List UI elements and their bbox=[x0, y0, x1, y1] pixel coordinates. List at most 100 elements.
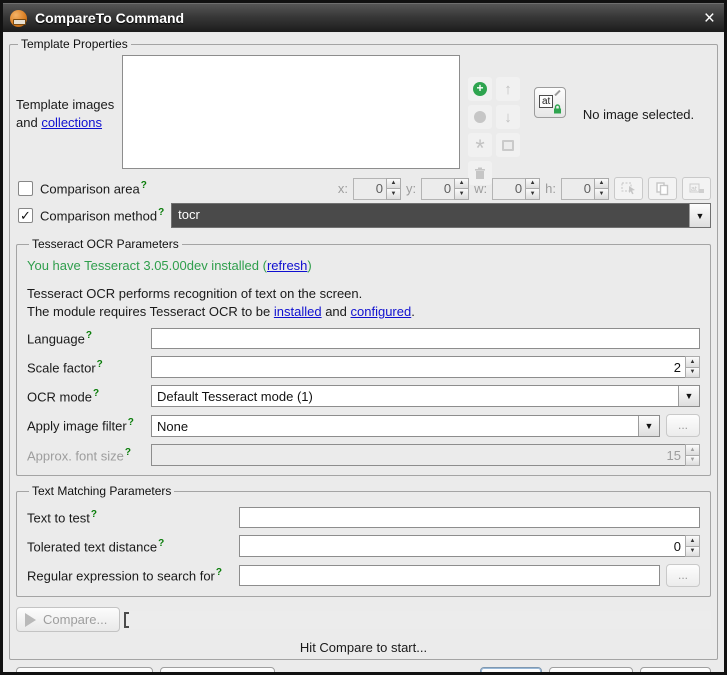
spin-up-icon[interactable]: ▲ bbox=[594, 178, 609, 190]
text-matching-group-title: Text Matching Parameters bbox=[29, 484, 174, 498]
comparison-area-checkbox[interactable] bbox=[18, 181, 33, 196]
help-icon: ? bbox=[158, 538, 164, 549]
image-filter-more-button[interactable]: ... bbox=[666, 414, 700, 437]
help-icon: ? bbox=[125, 447, 131, 458]
comparison-method-checkbox[interactable]: ✓ bbox=[18, 208, 33, 223]
pencil-icon bbox=[554, 90, 560, 96]
template-properties-title: Template Properties bbox=[18, 37, 131, 51]
spin-down-icon[interactable]: ▼ bbox=[386, 189, 401, 200]
move-up-button[interactable]: ↑ bbox=[496, 77, 520, 101]
regex-row: Regular expression to search for? ... bbox=[27, 564, 700, 587]
text-matching-group: Text Matching Parameters Text to test? T… bbox=[16, 484, 711, 597]
regex-more-button[interactable]: ... bbox=[666, 564, 700, 587]
template-list-toolbar: + * ↑ ↓ bbox=[468, 77, 520, 175]
spin-up-icon[interactable]: ▲ bbox=[685, 356, 700, 368]
template-properties-group: Template Properties Template images and … bbox=[9, 37, 718, 660]
spin-up-icon[interactable]: ▲ bbox=[685, 535, 700, 547]
language-input[interactable] bbox=[151, 328, 700, 349]
h-label: h: bbox=[545, 181, 556, 196]
at-lock-disabled-icon: at bbox=[689, 182, 705, 195]
comparison-area-row: Comparison area? x: 0 ▲▼ y: 0 ▲▼ w: 0 bbox=[16, 175, 711, 202]
chevron-down-icon[interactable]: ▼ bbox=[638, 416, 659, 436]
spin-up-icon[interactable]: ▲ bbox=[525, 178, 540, 190]
spin-down-icon[interactable]: ▼ bbox=[454, 189, 469, 200]
preferences-button[interactable]: Preferences bbox=[160, 667, 275, 672]
refresh-link[interactable]: refresh bbox=[267, 258, 307, 273]
cancel-button[interactable]: Cancel bbox=[549, 667, 633, 672]
tesseract-description-1: Tesseract OCR performs recognition of te… bbox=[27, 285, 700, 303]
load-rd-image-button[interactable]: Load RD Image bbox=[16, 667, 153, 672]
y-label: y: bbox=[406, 181, 416, 196]
comparison-method-combo[interactable]: tocr ▼ bbox=[171, 203, 711, 228]
chevron-down-icon[interactable]: ▼ bbox=[678, 386, 699, 406]
comparison-method-label: Comparison method? bbox=[40, 207, 164, 223]
spin-down-icon[interactable]: ▼ bbox=[685, 368, 700, 379]
footer-buttons: Load RD Image Preferences OK Cancel Help bbox=[9, 660, 718, 672]
play-icon bbox=[25, 613, 36, 627]
help-icon: ? bbox=[216, 567, 222, 578]
scale-factor-spinner[interactable]: 2 ▲▼ bbox=[151, 356, 700, 378]
area-coordinates: x: 0 ▲▼ y: 0 ▲▼ w: 0 ▲▼ h: bbox=[338, 177, 711, 200]
compare-button[interactable]: Compare... bbox=[16, 607, 120, 632]
configured-link[interactable]: configured bbox=[351, 304, 412, 319]
copy-area-button[interactable] bbox=[648, 177, 677, 200]
template-image-list[interactable] bbox=[122, 55, 460, 169]
text-to-test-input[interactable] bbox=[239, 507, 700, 528]
distance-spinner[interactable]: 0 ▲▼ bbox=[239, 535, 700, 557]
new-template-button[interactable]: * bbox=[468, 133, 492, 157]
spin-up-icon[interactable]: ▲ bbox=[386, 178, 401, 190]
svg-text:at: at bbox=[691, 186, 697, 193]
up-arrow-icon: ↑ bbox=[504, 81, 512, 98]
spin-down-icon[interactable]: ▼ bbox=[685, 456, 700, 467]
installed-link[interactable]: installed bbox=[274, 304, 322, 319]
gear-icon bbox=[171, 672, 188, 673]
add-image-button[interactable]: + bbox=[468, 77, 492, 101]
regex-input[interactable] bbox=[239, 565, 660, 586]
image-filter-combo[interactable]: None ▼ bbox=[151, 415, 660, 437]
spin-down-icon[interactable]: ▼ bbox=[685, 547, 700, 558]
y-spinner[interactable]: 0 ▲▼ bbox=[421, 178, 469, 200]
app-icon bbox=[10, 10, 27, 27]
duplicate-button[interactable] bbox=[496, 133, 520, 157]
help-icon: ? bbox=[158, 207, 164, 218]
tesseract-description-2: The module requires Tesseract OCR to be … bbox=[27, 303, 700, 321]
record-image-button[interactable] bbox=[468, 105, 492, 129]
x-spinner[interactable]: 0 ▲▼ bbox=[353, 178, 401, 200]
tesseract-group: Tesseract OCR Parameters You have Tesser… bbox=[16, 237, 711, 476]
close-icon[interactable]: × bbox=[704, 9, 715, 28]
duplicate-icon bbox=[502, 140, 514, 151]
tesseract-group-title: Tesseract OCR Parameters bbox=[29, 237, 182, 251]
ocr-mode-combo[interactable]: Default Tesseract mode (1) ▼ bbox=[151, 385, 700, 407]
comparison-method-value[interactable]: tocr bbox=[172, 204, 689, 227]
comparison-area-label: Comparison area? bbox=[40, 180, 147, 196]
chevron-down-icon[interactable]: ▼ bbox=[689, 204, 710, 227]
spin-up-icon[interactable]: ▲ bbox=[454, 178, 469, 190]
text-to-test-row: Text to test? bbox=[27, 507, 700, 528]
distance-row: Tolerated text distance? 0 ▲▼ bbox=[27, 535, 700, 557]
spin-down-icon[interactable]: ▼ bbox=[594, 189, 609, 200]
image-filter-label: Apply image filter? bbox=[27, 417, 151, 433]
spin-up-icon[interactable]: ▲ bbox=[685, 444, 700, 456]
select-region-icon bbox=[621, 182, 636, 195]
select-area-button[interactable] bbox=[614, 177, 643, 200]
ok-button[interactable]: OK bbox=[480, 667, 542, 672]
help-button[interactable]: Help bbox=[640, 667, 711, 672]
font-size-row: Approx. font size? 15 ▲▼ bbox=[27, 444, 700, 466]
compare-row: Compare... bbox=[16, 607, 711, 632]
text-recognition-button[interactable]: at bbox=[534, 87, 566, 118]
help-icon: ? bbox=[86, 330, 92, 341]
comparison-method-row: ✓ Comparison method? tocr ▼ bbox=[16, 202, 711, 229]
progress-cursor bbox=[124, 612, 129, 628]
spin-down-icon[interactable]: ▼ bbox=[525, 189, 540, 200]
template-images-row: Template images and collections + * ↑ ↓ bbox=[16, 53, 711, 175]
h-spinner[interactable]: 0 ▲▼ bbox=[561, 178, 609, 200]
font-size-spinner[interactable]: 15 ▲▼ bbox=[151, 444, 700, 466]
down-arrow-icon: ↓ bbox=[504, 109, 512, 126]
help-icon: ? bbox=[91, 509, 97, 520]
compare-status-text: Hit Compare to start... bbox=[16, 640, 711, 655]
w-spinner[interactable]: 0 ▲▼ bbox=[492, 178, 540, 200]
area-text-recognition-button[interactable]: at bbox=[682, 177, 711, 200]
compareto-dialog: CompareTo Command × Template Properties … bbox=[0, 0, 727, 675]
move-down-button[interactable]: ↓ bbox=[496, 105, 520, 129]
collections-link[interactable]: collections bbox=[41, 115, 102, 130]
